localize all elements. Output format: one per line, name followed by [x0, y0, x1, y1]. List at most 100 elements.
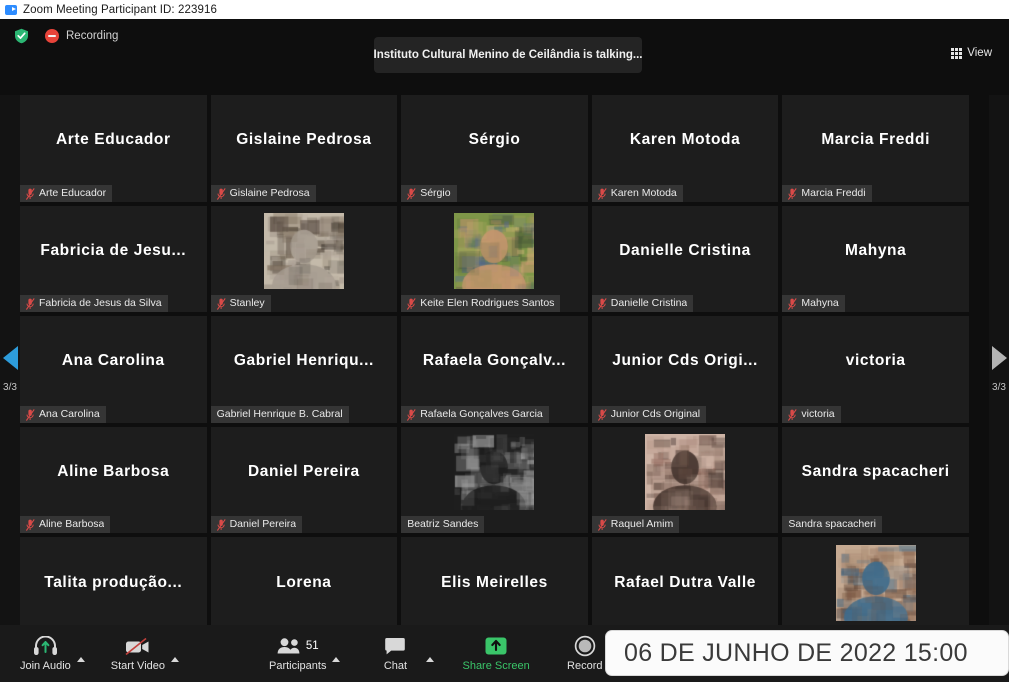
join-audio-label: Join Audio	[20, 660, 71, 672]
participant-video-feed	[645, 434, 726, 511]
participant-name-label: Keite Elen Rodrigues Santos	[420, 297, 555, 310]
participant-name-label: Karen Motoda	[610, 186, 677, 199]
mic-muted-icon	[25, 187, 35, 200]
mic-muted-icon	[216, 518, 226, 532]
next-page-button[interactable]: 3/3	[989, 95, 1009, 644]
participant-name-bar: Fabricia de Jesus da Silva	[20, 295, 168, 313]
participant-display-name: Karen Motoda	[629, 131, 741, 149]
participants-button[interactable]: 51 Participants	[265, 625, 330, 682]
mic-muted-icon	[407, 408, 416, 421]
mic-muted-icon	[407, 297, 416, 311]
participant-name-label: Ana Carolina	[39, 407, 100, 420]
participant-tile[interactable]: Karen Motoda Karen Motoda	[591, 95, 779, 202]
participant-tile[interactable]: Gabriel Henriqu... Gabriel Henrique B. Ca…	[210, 316, 398, 423]
share-screen-icon	[484, 635, 508, 657]
mic-muted-icon	[407, 187, 416, 200]
join-audio-button[interactable]: Join Audio	[16, 625, 75, 682]
participant-video-feed	[835, 544, 916, 621]
record-circle-icon	[574, 635, 596, 657]
participant-tile[interactable]: Ana Carolina Ana Carolina	[20, 316, 207, 423]
audio-options-caret[interactable]	[75, 625, 85, 682]
mic-muted-icon	[216, 187, 226, 200]
participant-name-bar: Keite Elen Rodrigues Santos	[401, 295, 561, 313]
zoom-camera-icon	[5, 4, 17, 15]
participant-name-bar: Junior Cds Original	[591, 405, 707, 423]
participant-name-label: Junior Cds Original	[610, 407, 701, 420]
chevron-right-icon	[991, 346, 1007, 370]
participant-display-name: Daniel Pereira	[247, 463, 360, 481]
participant-tile[interactable]: Fabricia de Jesu... Fabricia de Jesus da …	[20, 205, 207, 313]
prev-page-indicator: 3/3	[3, 382, 17, 393]
view-button[interactable]: View	[944, 43, 999, 63]
participant-name-bar: Gislaine Pedrosa	[210, 184, 316, 202]
people-icon: 51	[277, 635, 319, 657]
participant-name-bar: Danielle Cristina	[591, 295, 694, 313]
participant-name-label: Stanley	[229, 297, 265, 310]
participant-name-bar: Aline Barbosa	[20, 516, 111, 534]
participant-name-bar: Raquel Amim	[591, 516, 680, 534]
record-label: Record	[567, 660, 603, 672]
chat-bubble-icon	[384, 635, 406, 657]
participant-tile[interactable]: Sandra spacacheri Sandra spacacheri	[782, 426, 969, 534]
participants-count: 51	[305, 640, 319, 652]
participant-tile[interactable]: Arte Educador Arte Educador	[20, 95, 207, 202]
participants-options-caret[interactable]	[330, 625, 341, 682]
participant-tile[interactable]: Marcia Freddi Marcia Freddi	[782, 95, 969, 202]
mic-muted-icon	[25, 297, 35, 311]
participant-display-name: Rafaela Gonçalv...	[422, 352, 567, 370]
participant-tile[interactable]: victoria victoria	[782, 316, 969, 423]
participant-tile[interactable]: Beatriz Sandes	[401, 426, 588, 534]
mic-muted-icon	[597, 187, 607, 200]
participant-tile[interactable]: Raquel Amim	[591, 426, 779, 534]
prev-page-button[interactable]: 3/3	[0, 95, 20, 644]
active-speaker-banner: Instituto Cultural Menino de Ceilândia i…	[374, 37, 643, 73]
participant-display-name: Arte Educador	[55, 131, 171, 149]
participant-tile[interactable]: Stanley	[210, 205, 398, 313]
participant-name-label: Rafaela Gonçalves Garcia	[420, 407, 543, 420]
participant-name-bar: Ana Carolina	[20, 405, 106, 423]
participant-name-bar: Daniel Pereira	[210, 516, 303, 534]
participant-display-name: Rafael Dutra Valle	[614, 573, 756, 591]
recording-indicator-icon	[45, 29, 59, 43]
participant-name-label: Marcia Freddi	[801, 186, 866, 199]
participant-name-label: Daniel Pereira	[229, 518, 297, 531]
participant-display-name: Danielle Cristina	[619, 241, 751, 259]
participant-tile[interactable]: Daniel Pereira Daniel Pereira	[210, 426, 398, 534]
participant-tile[interactable]: Mahyna Mahyna	[782, 205, 969, 313]
participant-display-name: Elis Meirelles	[441, 573, 548, 591]
participant-name-bar: Marcia Freddi	[782, 184, 872, 202]
chat-button[interactable]: Chat	[366, 625, 424, 682]
window-titlebar: Zoom Meeting Participant ID: 223916	[0, 0, 1009, 19]
participant-tile[interactable]: Sérgio Sérgio	[401, 95, 588, 202]
participant-tile[interactable]: Gislaine Pedrosa Gislaine Pedrosa	[210, 95, 398, 202]
participant-video-feed	[263, 212, 344, 289]
date-overlay-text: 06 DE JUNHO DE 2022 15:00	[624, 638, 968, 667]
participant-video-feed	[454, 212, 535, 289]
headset-icon	[33, 635, 58, 657]
video-options-caret[interactable]	[169, 625, 179, 682]
recording-indicator[interactable]: Recording	[45, 29, 118, 43]
mic-muted-icon	[788, 187, 798, 200]
participant-tile[interactable]: Aline Barbosa Aline Barbosa	[20, 426, 207, 534]
participant-name-label: Gislaine Pedrosa	[229, 186, 310, 199]
participant-tile[interactable]: Keite Elen Rodrigues Santos	[401, 205, 588, 313]
participant-display-name: Fabricia de Jesu...	[40, 241, 187, 259]
start-video-button[interactable]: Start Video	[107, 625, 169, 682]
participant-display-name: Sérgio	[468, 131, 521, 149]
shield-check-icon[interactable]	[14, 28, 29, 44]
chat-options-caret[interactable]	[424, 625, 435, 682]
next-page-indicator: 3/3	[992, 382, 1006, 393]
share-screen-button[interactable]: Share Screen	[458, 625, 533, 682]
zoom-meeting-window: Recording Instituto Cultural Menino de C…	[0, 19, 1009, 682]
mic-muted-icon	[597, 297, 607, 311]
chevron-up-icon	[332, 657, 341, 662]
chat-label: Chat	[383, 660, 408, 672]
mic-muted-icon	[597, 518, 607, 532]
participant-name-bar: Beatriz Sandes	[401, 516, 485, 534]
participant-tile[interactable]: Junior Cds Origi... Junior Cds Original	[591, 316, 779, 423]
participant-name-bar: Rafaela Gonçalves Garcia	[401, 405, 549, 423]
participants-label: Participants	[269, 660, 327, 672]
mic-muted-icon	[788, 297, 798, 311]
participant-tile[interactable]: Rafaela Gonçalv... Rafaela Gonçalves Garc…	[401, 316, 588, 423]
participant-tile[interactable]: Danielle Cristina Danielle Cristina	[591, 205, 779, 313]
